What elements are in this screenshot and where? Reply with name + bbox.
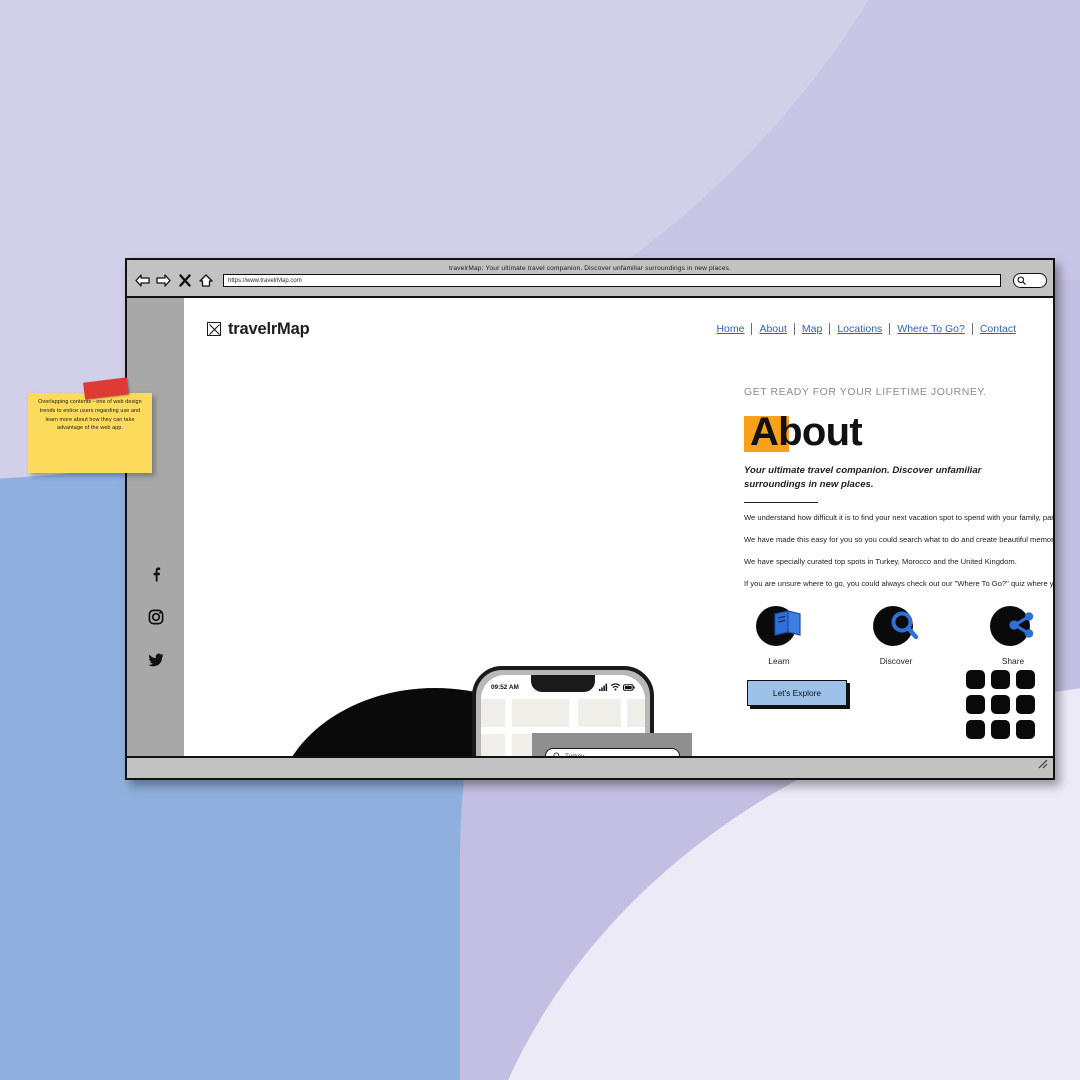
signal-bars-icon: [599, 683, 608, 691]
feature-label: Learn: [768, 656, 790, 667]
lets-explore-button[interactable]: Let's Explore: [747, 680, 847, 707]
nav-link-about[interactable]: About: [752, 323, 793, 335]
url-text: https://www.travelrMap.com: [228, 277, 302, 284]
about-paragraph-2: We have made this easy for you so you co…: [744, 534, 1053, 544]
browser-toolbar: https://www.travelrMap.com: [127, 272, 1053, 288]
site-header: travelrMap Home About Map Locations Wher…: [184, 298, 1053, 360]
nav-link-home[interactable]: Home: [709, 323, 751, 335]
logo-placeholder-icon: [207, 322, 221, 336]
about-section: GET READY FOR YOUR LIFETIME JOURNEY. Abo…: [744, 386, 1053, 707]
url-input[interactable]: https://www.travelrMap.com: [223, 274, 1001, 287]
battery-icon: [623, 683, 635, 691]
feature-label: Discover: [879, 656, 913, 667]
nav-link-contact[interactable]: Contact: [973, 323, 1023, 335]
browser-chrome: travelrMap: Your ultimate travel compani…: [127, 260, 1053, 298]
resize-grip-icon[interactable]: [1037, 756, 1048, 774]
nav-link-where-to-go[interactable]: Where To Go?: [890, 323, 972, 335]
nav-link-map[interactable]: Map: [795, 323, 829, 335]
home-house-icon[interactable]: [198, 274, 213, 288]
about-paragraph-1: We understand how difficult it is to fin…: [744, 513, 1053, 523]
twitter-icon[interactable]: [147, 651, 164, 668]
about-paragraph-3: We have specially curated top spots in T…: [744, 556, 1017, 566]
sticky-note-text: Overlapping contents - one of web design…: [38, 399, 142, 432]
social-sidebar: [127, 298, 184, 756]
phone-clock: 09:52 AM: [491, 683, 519, 691]
main-navigation: Home About Map Locations Where To Go? Co…: [709, 323, 1023, 335]
about-eyebrow: GET READY FOR YOUR LIFETIME JOURNEY.: [744, 386, 988, 398]
magnifier-icon: [889, 610, 919, 645]
browser-search-box[interactable]: [1013, 273, 1047, 288]
browser-status-bar: [127, 756, 1053, 778]
feature-list: Learn Discover Share: [744, 606, 1053, 666]
decorative-dot-grid-corner: [966, 670, 1035, 739]
site-logo[interactable]: travelrMap: [207, 319, 310, 339]
share-icon: [1006, 610, 1036, 645]
wifi-icon: [611, 683, 620, 691]
feature-label: Share: [1001, 656, 1025, 667]
book-icon: [772, 610, 802, 643]
sticky-note: Overlapping contents - one of web design…: [28, 377, 152, 473]
browser-window: travelrMap: Your ultimate travel compani…: [125, 258, 1055, 780]
browser-title: travelrMap: Your ultimate travel compani…: [449, 265, 731, 272]
search-input-value: Turkey: [565, 752, 585, 757]
about-paragraph-4: If you are unsure where to go, you could…: [744, 578, 1053, 588]
close-x-icon[interactable]: [177, 274, 192, 288]
search-magnifier-icon: [553, 752, 560, 756]
about-title: About: [750, 410, 863, 454]
feature-discover[interactable]: Discover: [865, 606, 927, 666]
facebook-icon[interactable]: [147, 565, 164, 582]
logo-text: travelrMap: [228, 319, 310, 338]
about-subtitle: Your ultimate travel companion. Discover…: [744, 465, 982, 490]
feature-share[interactable]: Share: [982, 606, 1044, 666]
page-viewport: travelrMap Home About Map Locations Wher…: [127, 298, 1053, 756]
search-magnifier-icon: [1017, 276, 1026, 285]
forward-arrow-icon[interactable]: [156, 274, 171, 288]
feature-learn[interactable]: Learn: [748, 606, 810, 666]
about-divider: [744, 501, 818, 504]
phone-notch: [531, 675, 595, 692]
instagram-icon[interactable]: [147, 608, 164, 625]
nav-link-locations[interactable]: Locations: [830, 323, 889, 335]
destination-search-input[interactable]: Turkey: [545, 748, 680, 756]
back-arrow-icon[interactable]: [135, 274, 150, 288]
